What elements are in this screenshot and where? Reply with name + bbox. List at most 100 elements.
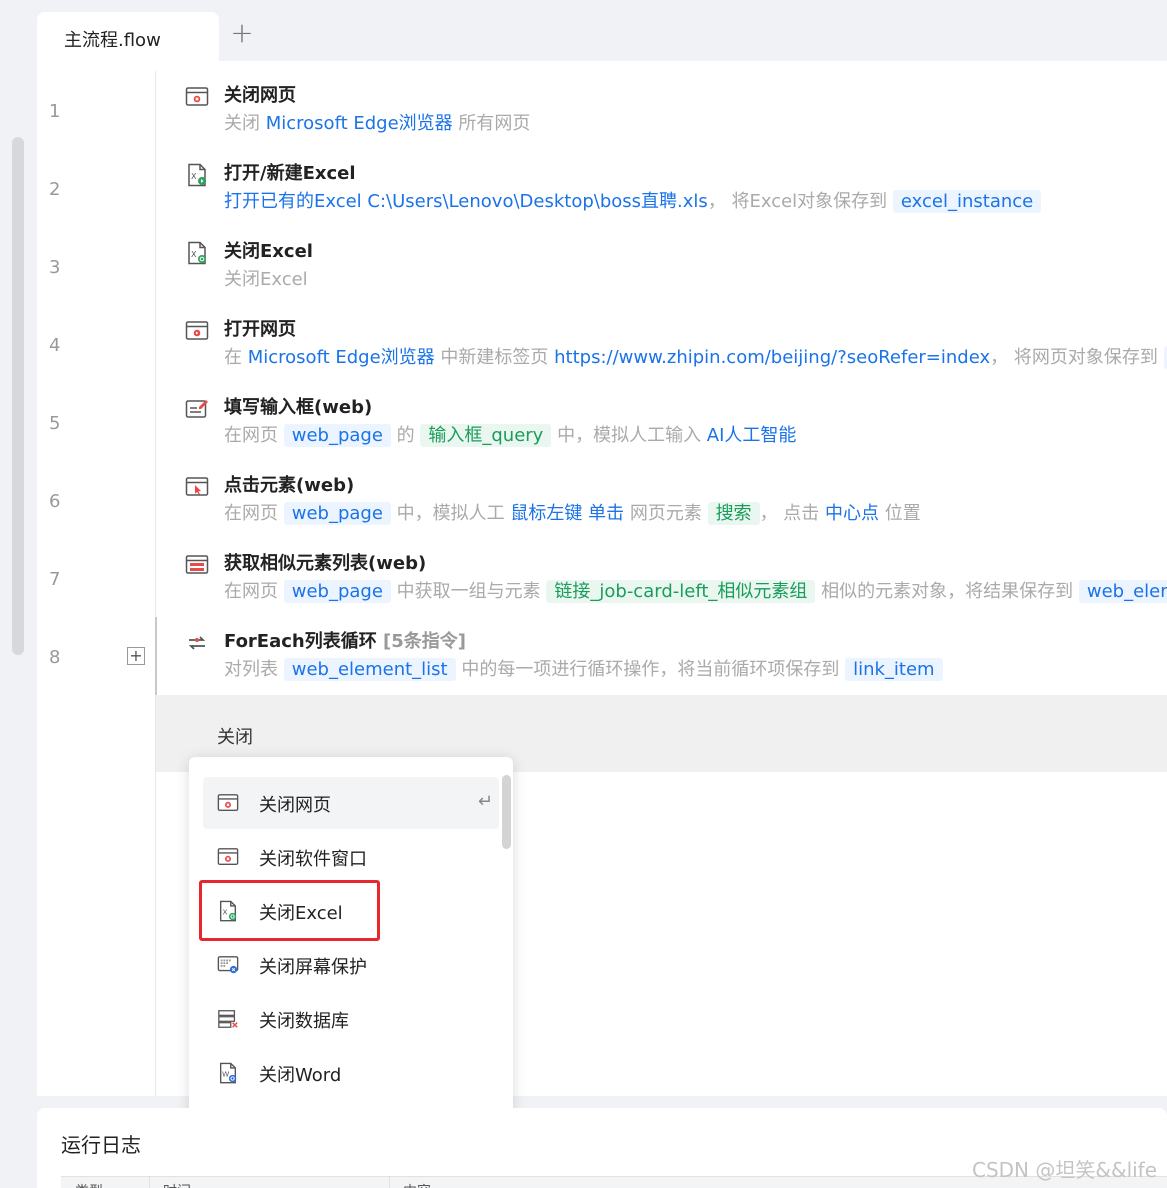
- desc-text: 所有网页: [452, 113, 531, 134]
- left-scrollbar[interactable]: [12, 137, 24, 655]
- row-title-text: ForEach列表循环: [224, 631, 377, 652]
- desc-text: 关闭Excel: [224, 269, 308, 290]
- desc-text: 对列表: [224, 659, 284, 680]
- row-title: 获取相似元素列表(web): [224, 549, 426, 575]
- row-title: 打开/新建Excel: [224, 159, 356, 185]
- param-value[interactable]: https://www.zhipin.com/beijing/?seoRefer…: [554, 347, 990, 368]
- suggestion-label: 关闭Word: [259, 1065, 342, 1086]
- desc-text: 在网页: [224, 581, 284, 602]
- log-col-time[interactable]: 时间: [163, 1181, 191, 1188]
- desc-text: 在网页: [224, 503, 284, 524]
- variable-tag[interactable]: web_page: [283, 502, 391, 525]
- row-description: 在网页 web_page 中获取一组与元素 链接_job-card-left_相…: [224, 579, 1167, 605]
- desc-text: 中新建标签页: [434, 347, 555, 368]
- desc-text: 中获取一组与元素: [390, 581, 547, 602]
- row-title-text: 关闭Excel: [224, 241, 313, 262]
- tab-label: 主流程.flow: [64, 30, 161, 51]
- param-value[interactable]: Microsoft Edge浏览器: [248, 347, 435, 368]
- row-description: 打开已有的Excel C:\Users\Lenovo\Desktop\boss直…: [224, 189, 1042, 215]
- variable-tag[interactable]: web_page: [283, 424, 391, 447]
- param-value[interactable]: C:\Users\Lenovo\Desktop\boss直聘.xls: [367, 191, 707, 212]
- flow-row[interactable]: 3 X 关闭Excel 关闭Excel: [37, 227, 1167, 305]
- similar-elements-icon: [185, 553, 209, 577]
- param-value[interactable]: AI人工智能: [707, 425, 797, 446]
- fill-input-icon: [185, 397, 209, 421]
- row-title-text: 点击元素(web): [224, 475, 355, 496]
- row-title: 关闭Excel: [224, 237, 313, 263]
- variable-tag[interactable]: web_eleme: [1078, 580, 1167, 603]
- variable-tag[interactable]: web_element_list: [283, 658, 456, 681]
- svg-text:X: X: [191, 172, 197, 181]
- close-webpage-icon: [185, 85, 209, 109]
- row-description: 对列表 web_element_list 中的每一项进行循环操作，将当前循环项保…: [224, 657, 943, 683]
- flow-row[interactable]: 8 + ForEach列表循环 [5条指令] 对列表 web_element_list…: [37, 617, 1167, 695]
- line-number: 3: [49, 257, 61, 278]
- suggestion-item[interactable]: 关闭软件窗口: [203, 831, 499, 883]
- variable-tag[interactable]: link_item: [845, 658, 943, 681]
- row-description: 在网页 web_page 的 输入框_query 中，模拟人工输入 AI人工智能: [224, 423, 796, 449]
- foreach-loop-icon: [185, 631, 209, 655]
- row-title: 关闭网页: [224, 81, 296, 107]
- suggestion-label: 关闭网页: [259, 795, 331, 816]
- row-title-text: 获取相似元素列表(web): [224, 553, 427, 574]
- close-excel-icon: X: [185, 241, 209, 265]
- line-number: 7: [49, 569, 61, 590]
- desc-text: ， 将Excel对象保存到: [707, 191, 893, 212]
- element-tag[interactable]: 链接_job-card-left_相似元素组: [546, 580, 816, 603]
- desc-text: ， 点击: [759, 503, 826, 524]
- tab-main-flow[interactable]: 主流程.flow: [37, 12, 219, 61]
- desc-text: 的: [390, 425, 421, 446]
- suggestion-item[interactable]: 关闭网页 ↵: [203, 777, 499, 829]
- svg-text:W: W: [222, 1070, 229, 1079]
- line-number: 8: [49, 647, 61, 668]
- log-col-type[interactable]: 类型: [75, 1181, 103, 1188]
- row-title: 点击元素(web): [224, 471, 354, 497]
- dropdown-scrollbar[interactable]: [502, 775, 511, 849]
- desc-text: 中的每一项进行循环操作，将当前循环项保存到: [455, 659, 846, 680]
- close-word-icon: W: [217, 1062, 239, 1084]
- log-col-divider: [149, 1177, 150, 1188]
- flow-row[interactable]: 5 填写输入框(web) 在网页 web_page 的 输入框_query 中，模拟…: [37, 383, 1167, 461]
- row-title: ForEach列表循环 [5条指令]: [224, 627, 466, 653]
- close-database-icon: [217, 1008, 239, 1030]
- flow-row[interactable]: 7 获取相似元素列表(web) 在网页 web_page 中获取一组与元素 链接_j…: [37, 539, 1167, 617]
- row-description: 在 Microsoft Edge浏览器 中新建标签页 https://www.z…: [224, 345, 1167, 371]
- flow-row[interactable]: 1 关闭网页 关闭 Microsoft Edge浏览器 所有网页: [37, 71, 1167, 149]
- flow-row[interactable]: 6 点击元素(web) 在网页 web_page 中，模拟人工 鼠标左键 单击 网页…: [37, 461, 1167, 539]
- svg-text:X: X: [191, 250, 197, 259]
- suggestion-item[interactable]: 关闭数据库: [203, 993, 499, 1045]
- desc-text: 位置: [879, 503, 921, 524]
- param-value[interactable]: 鼠标左键 单击: [510, 503, 624, 524]
- log-title: 运行日志: [61, 1133, 141, 1157]
- command-search-input[interactable]: 关闭: [217, 723, 253, 749]
- suggestion-item[interactable]: 关闭屏幕保护: [203, 939, 499, 991]
- variable-tag[interactable]: excel_instance: [892, 190, 1042, 213]
- suggestion-item[interactable]: W 关闭Word: [203, 1047, 499, 1099]
- log-col-content[interactable]: 内容: [403, 1181, 431, 1188]
- desc-text: 中，模拟人工输入: [551, 425, 707, 446]
- row-title-text: 打开网页: [224, 319, 296, 340]
- variable-tag[interactable]: w: [1163, 346, 1167, 369]
- left-strip: [0, 0, 37, 1188]
- flow-row[interactable]: 2 X 打开/新建Excel 打开已有的Excel C:\Users\Lenovo\D…: [37, 149, 1167, 227]
- open-excel-icon: X: [185, 163, 209, 187]
- desc-text: 网页元素: [624, 503, 708, 524]
- param-value[interactable]: 打开已有的Excel: [224, 191, 362, 212]
- element-tag[interactable]: 搜索: [707, 502, 760, 525]
- add-tab-button[interactable]: +: [227, 18, 257, 48]
- variable-tag[interactable]: web_page: [283, 580, 391, 603]
- row-description: 在网页 web_page 中，模拟人工 鼠标左键 单击 网页元素 搜索， 点击 …: [224, 501, 921, 527]
- element-tag[interactable]: 输入框_query: [420, 424, 552, 447]
- desc-text: 在: [224, 347, 248, 368]
- desc-text: ， 将网页对象保存到: [990, 347, 1164, 368]
- param-value[interactable]: Microsoft Edge浏览器: [266, 113, 453, 134]
- open-webpage-icon: [185, 319, 209, 343]
- suggestion-label: 关闭数据库: [259, 1011, 349, 1032]
- suggestion-label: 关闭软件窗口: [259, 849, 367, 870]
- row-description: 关闭 Microsoft Edge浏览器 所有网页: [224, 111, 530, 137]
- row-title-count: [5条指令]: [376, 631, 466, 652]
- expand-button[interactable]: +: [127, 647, 145, 665]
- param-value[interactable]: 中心点: [825, 503, 879, 524]
- row-title: 打开网页: [224, 315, 296, 341]
- flow-row[interactable]: 4 打开网页在 Microsoft Edge浏览器 中新建标签页 https://…: [37, 305, 1167, 383]
